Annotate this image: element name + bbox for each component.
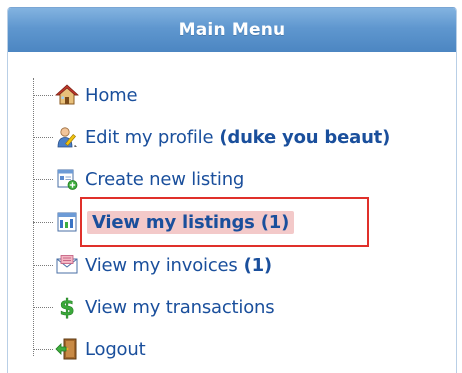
menu-item-view-invoices[interactable]: View my invoices (1)	[33, 252, 272, 278]
menu-item-edit-profile[interactable]: Edit my profile (duke you beaut)	[33, 124, 390, 150]
menu-label-logout: Logout	[85, 338, 146, 360]
menu-label-create-listing: Create new listing	[85, 168, 245, 190]
home-icon	[55, 83, 79, 107]
highlight-annotation-box	[80, 197, 369, 247]
menu-label-home: Home	[85, 84, 138, 106]
menu-label-edit-profile: Edit my profile	[85, 126, 214, 148]
tree-connector	[33, 264, 53, 266]
envelope-icon	[55, 253, 79, 277]
listings-icon	[55, 210, 79, 234]
menu-label-view-transactions: View my transactions	[85, 296, 275, 318]
tree-connector	[33, 306, 53, 308]
menu-item-home[interactable]: Home	[33, 82, 138, 108]
menu-label-view-invoices: View my invoices	[85, 254, 238, 276]
main-menu-panel: Main Menu Home Edit my profile (duke you…	[7, 7, 457, 373]
invoice-count: (1)	[243, 254, 273, 276]
profile-username: (duke you beaut)	[219, 126, 391, 148]
user-edit-icon	[55, 125, 79, 149]
menu-item-create-listing[interactable]: Create new listing	[33, 166, 244, 192]
dollar-icon: $	[55, 295, 79, 319]
tree-connector	[33, 348, 53, 350]
tree-connector	[33, 94, 53, 96]
main-menu-title: Main Menu	[178, 20, 286, 40]
tree-connector	[33, 221, 53, 223]
tree-connector	[33, 136, 53, 138]
add-listing-icon	[55, 167, 79, 191]
tree-connector	[33, 178, 53, 180]
menu-item-logout[interactable]: Logout	[33, 336, 146, 362]
menu-item-view-transactions[interactable]: $ View my transactions	[33, 294, 275, 320]
main-menu-header: Main Menu	[8, 8, 456, 52]
logout-door-icon	[55, 337, 79, 361]
svg-text:$: $	[59, 296, 74, 319]
